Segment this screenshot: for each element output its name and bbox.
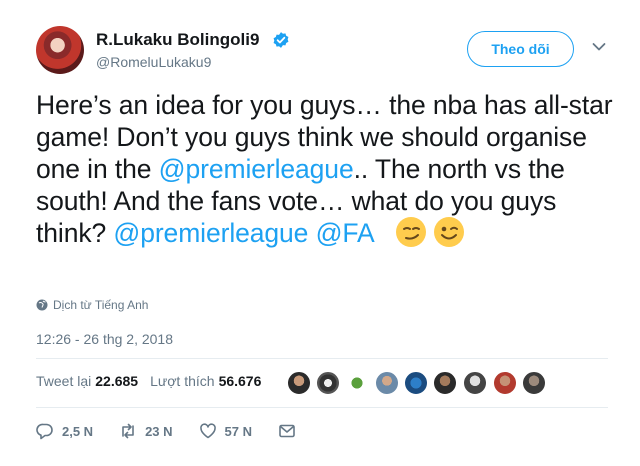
liker-avatar[interactable] [375, 371, 399, 395]
reply-icon [36, 423, 53, 440]
like-count: 57 N [224, 423, 253, 439]
like-button[interactable]: 57 N [199, 422, 252, 440]
timestamp[interactable]: 12:26 - 26 thg 2, 2018 [36, 331, 173, 347]
likes-label[interactable]: Lượt thích [150, 373, 214, 389]
action-bar: 2,5 N 23 N 57 N [36, 422, 322, 440]
display-name[interactable]: R.Lukaku Bolingoli9 [96, 30, 259, 50]
reply-count: 2,5 N [62, 423, 94, 439]
stats-row: Tweet lại 22.685 Lượt thích 56.676 [36, 373, 261, 389]
tweet-card: R.Lukaku Bolingoli9 @RomeluLukaku9 Theo … [0, 0, 640, 466]
liker-avatar[interactable] [316, 371, 340, 395]
liker-avatar[interactable] [287, 371, 311, 395]
verified-badge-icon [273, 32, 289, 48]
follow-button[interactable]: Theo dõi [467, 31, 574, 67]
retweet-button[interactable]: 23 N [119, 422, 173, 440]
user-handle[interactable]: @RomeluLukaku9 [96, 54, 211, 70]
reply-button[interactable]: 2,5 N [36, 422, 93, 440]
translate-label[interactable]: Dịch từ Tiếng Anh [53, 298, 148, 312]
retweet-icon [122, 423, 134, 439]
liker-avatar[interactable] [522, 371, 546, 395]
smirking-face-emoji [396, 217, 427, 247]
direct-message-button[interactable] [278, 422, 296, 440]
mention-link[interactable]: @premierleague [159, 154, 354, 184]
envelope-icon [279, 424, 295, 438]
avatar[interactable] [36, 26, 84, 74]
likes-count[interactable]: 56.676 [219, 373, 262, 389]
mention-link[interactable]: @FA [316, 218, 375, 248]
winking-face-emoji [433, 217, 464, 247]
divider [36, 358, 608, 359]
retweets-count[interactable]: 22.685 [95, 373, 138, 389]
translate-link[interactable]: Dịch từ Tiếng Anh [36, 298, 148, 312]
divider [36, 407, 608, 408]
chevron-down-icon[interactable] [592, 42, 606, 52]
heart-icon [199, 423, 216, 439]
liker-avatar[interactable] [463, 371, 487, 395]
liker-avatar[interactable] [433, 371, 457, 395]
tweet-text: Here’s an idea for you guys… the nba has… [36, 89, 616, 249]
globe-icon [36, 299, 48, 311]
liker-avatar[interactable] [493, 371, 517, 395]
liker-avatar[interactable] [345, 371, 369, 395]
liker-avatar[interactable] [404, 371, 428, 395]
mention-link[interactable]: @premierleague [113, 218, 308, 248]
retweets-label[interactable]: Tweet lại [36, 373, 91, 389]
tweet-text-segment [308, 218, 315, 248]
retweet-count: 23 N [145, 423, 173, 439]
